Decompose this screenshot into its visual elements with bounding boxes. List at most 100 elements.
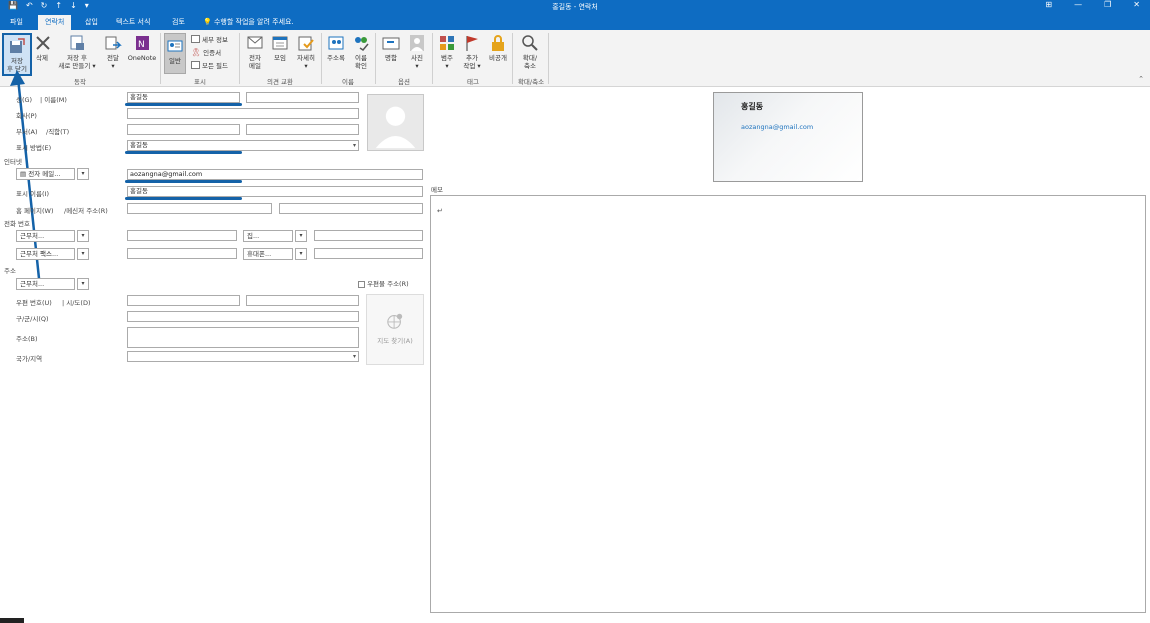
group-separator — [321, 33, 322, 84]
zoom-button[interactable]: 확대/ 축소 — [517, 34, 543, 70]
label-department: 부서(A) — [16, 128, 38, 136]
annotation-underline — [125, 103, 242, 106]
mailing-address-checkbox[interactable]: 우편물 주소(R) — [358, 278, 409, 288]
taskbar-corner — [0, 618, 24, 623]
job-title-field[interactable] — [246, 124, 359, 135]
all-fields-icon — [191, 61, 200, 69]
company-field[interactable] — [127, 108, 359, 119]
minimize-button[interactable]: — — [1074, 0, 1082, 9]
given-name-field[interactable] — [246, 92, 359, 103]
contact-form: 성(G) | 이름(M) 홍길동 회사(P) 부서(A) /직함(T) 표시 방… — [0, 88, 1150, 623]
surname-field[interactable]: 홍길동 — [127, 92, 240, 103]
email-button[interactable]: 전자 메일 — [245, 34, 265, 70]
picture-person-icon — [410, 35, 424, 51]
im-address-field[interactable] — [279, 203, 423, 214]
close-button[interactable]: ✕ — [1133, 0, 1140, 9]
annotation-underline — [125, 197, 242, 200]
categorize-icon — [440, 36, 454, 50]
window-title: 홍길동 - 연락처 — [552, 3, 598, 11]
ribbon-display-icon[interactable]: ⊞ — [1045, 0, 1052, 9]
group-separator — [548, 33, 549, 84]
address-card-icon: ▤ — [20, 170, 27, 178]
collapse-ribbon-icon[interactable]: ⌃ — [1138, 75, 1144, 83]
email-field[interactable]: aozangna@gmail.com — [127, 169, 423, 180]
tab-review[interactable]: 검토 — [172, 17, 185, 27]
group-separator — [239, 33, 240, 84]
district-field[interactable] — [127, 311, 359, 322]
save-new-button[interactable]: 저장 후 새로 만들기 ▾ — [54, 34, 100, 70]
phone-type-3-dropdown[interactable]: 근무처 팩스... — [16, 248, 75, 260]
group-label-names: 이름 — [342, 78, 354, 86]
zip-field[interactable] — [127, 295, 240, 306]
window-controls: ⊞ — ❐ ✕ — [1045, 0, 1140, 9]
picture-button[interactable]: 사진 ▾ — [405, 34, 429, 70]
contact-photo[interactable] — [367, 94, 424, 151]
check-names-icon — [355, 37, 369, 51]
onenote-button[interactable]: N OneNote — [126, 34, 158, 62]
phone-type-4-arrow[interactable]: ▾ — [295, 248, 307, 260]
label-display-as: 표시 이름(I) — [16, 190, 49, 198]
business-phone-field[interactable] — [127, 230, 237, 241]
business-card-icon — [382, 37, 400, 50]
email-type-dropdown[interactable]: ▤ 전자 메일... — [16, 168, 75, 180]
web-page-field[interactable] — [127, 203, 272, 214]
more-icon — [298, 36, 314, 51]
country-select[interactable] — [127, 351, 359, 362]
notes-field[interactable]: ↵ — [430, 195, 1146, 613]
department-field[interactable] — [127, 124, 240, 135]
group-separator — [160, 33, 161, 84]
categorize-button[interactable]: 범주 ▾ — [437, 34, 457, 70]
phone-type-4-dropdown[interactable]: 휴대폰... — [243, 248, 293, 260]
more-button[interactable]: 자세히 ▾ — [294, 34, 318, 70]
check-names-button[interactable]: 이름 확인 — [351, 34, 371, 70]
details-button[interactable]: 세부 정보 — [191, 34, 228, 44]
phone-type-3-arrow[interactable]: ▾ — [77, 248, 89, 260]
address-type-arrow[interactable]: ▾ — [77, 278, 89, 290]
map-globe-icon — [387, 313, 403, 329]
group-label-show: 표시 — [194, 78, 206, 86]
label-district: 구/군/시(Q) — [16, 315, 49, 323]
meeting-button[interactable]: 모임 — [270, 34, 290, 62]
display-as-field[interactable]: 홍길동 — [127, 186, 423, 197]
street-field[interactable] — [127, 327, 359, 348]
phone-type-1-dropdown[interactable]: 근무처... — [16, 230, 75, 242]
annotation-underline — [125, 151, 242, 154]
forward-button[interactable]: 전달 ▾ — [103, 34, 123, 70]
label-notes: 메모 — [431, 186, 443, 194]
label-job-title: /직함(T) — [46, 128, 70, 136]
phone-type-1-arrow[interactable]: ▾ — [77, 230, 89, 242]
address-type-dropdown[interactable]: 근무처... — [16, 278, 75, 290]
phone-type-2-arrow[interactable]: ▾ — [295, 230, 307, 242]
business-card-button[interactable]: 명함 — [380, 34, 402, 62]
mobile-phone-field[interactable] — [314, 248, 423, 259]
file-as-select[interactable]: 홍길동 — [127, 140, 359, 151]
svg-text:N: N — [138, 40, 145, 50]
follow-up-button[interactable]: 추가 작업 ▾ — [460, 34, 484, 70]
home-phone-field[interactable] — [314, 230, 423, 241]
annotation-underline — [125, 180, 242, 183]
address-book-button[interactable]: 주소록 — [323, 34, 349, 62]
tell-me-box[interactable]: 💡 수행할 작업을 알려 주세요. — [203, 17, 294, 27]
map-it-button[interactable]: 지도 찾기(A) — [366, 294, 424, 365]
forward-icon — [105, 36, 122, 50]
tab-insert[interactable]: 삽입 — [85, 17, 98, 27]
private-button[interactable]: 비공개 — [486, 34, 510, 62]
email-type-arrow[interactable]: ▾ — [77, 168, 89, 180]
business-fax-field[interactable] — [127, 248, 237, 259]
label-name: | 이름(M) — [40, 96, 67, 104]
city-field[interactable] — [246, 295, 359, 306]
card-name: 홍길동 — [741, 102, 764, 111]
business-card-preview[interactable]: 홍길동 aozangna@gmail.com — [713, 92, 863, 182]
certificates-button[interactable]: 🎗 인증서 — [191, 47, 221, 58]
section-phone: 전화 번호 — [4, 220, 30, 228]
all-fields-button[interactable]: 모든 필드 — [191, 60, 228, 70]
tab-format-text[interactable]: 텍스트 서식 — [116, 17, 150, 27]
phone-type-2-dropdown[interactable]: 집... — [243, 230, 293, 242]
restore-button[interactable]: ❐ — [1104, 0, 1111, 9]
group-separator — [375, 33, 376, 84]
label-im-address: /메신저 주소(R) — [64, 207, 108, 215]
general-button[interactable]: 일반 — [164, 33, 186, 74]
section-address: 주소 — [4, 267, 16, 275]
flag-icon — [466, 36, 478, 51]
paragraph-mark: ↵ — [437, 207, 443, 215]
